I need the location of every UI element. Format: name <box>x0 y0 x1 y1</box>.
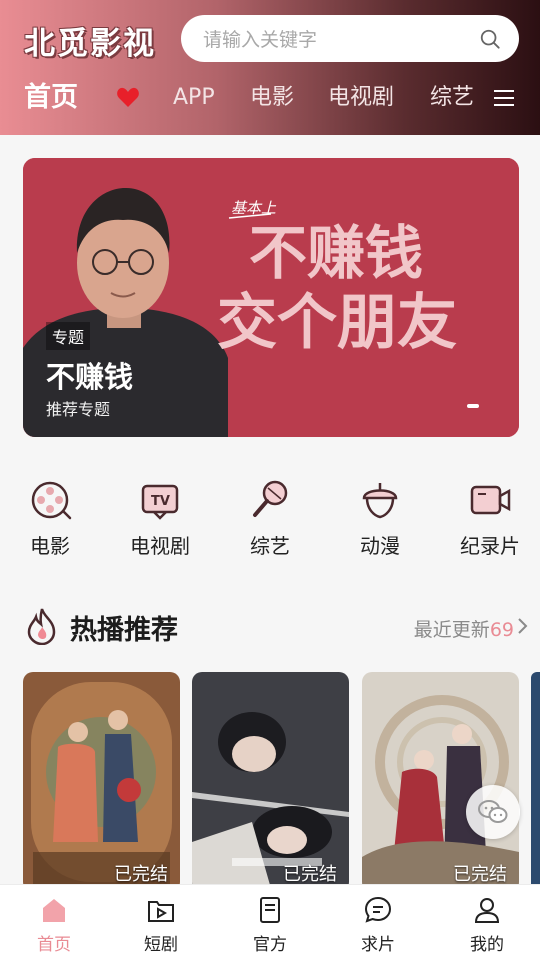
camera-icon <box>470 485 511 515</box>
section-title: 热播推荐 <box>70 615 178 646</box>
tab-short-drama[interactable]: 短剧 <box>121 895 201 955</box>
nav-tab-tv[interactable]: 电视剧 <box>328 78 394 118</box>
search-icon[interactable] <box>479 28 501 50</box>
poster-status: 已完结 <box>114 864 168 885</box>
tab-official[interactable]: 官方 <box>230 895 310 955</box>
play-folder-icon <box>148 901 174 922</box>
search-placeholder: 请输入关键字 <box>203 29 318 51</box>
category-anime[interactable]: 动漫 <box>330 478 430 559</box>
tab-label: 短剧 <box>144 935 178 955</box>
chat-icon <box>364 896 392 923</box>
poster-card[interactable]: 已完结 <box>23 672 180 892</box>
banner-tag: 专题 <box>46 322 91 350</box>
heart-icon[interactable] <box>116 86 140 108</box>
poster-image <box>23 672 180 892</box>
poster-image <box>192 672 349 892</box>
hero-banner[interactable]: 基本上 不赚钱 交个朋友 专题 不赚钱 推荐专题 <box>23 158 519 437</box>
home-icon <box>43 899 65 922</box>
user-icon <box>474 898 500 923</box>
flame-icon <box>27 608 56 645</box>
app-header: 北觅影视 请输入关键字 首页 APP 电影 电视剧 综艺 <box>0 0 540 135</box>
banner-art-line2: 交个朋友 <box>217 288 457 358</box>
banner-title: 不赚钱 <box>46 360 134 394</box>
poster-card[interactable]: 已完结 <box>362 672 519 892</box>
nav-tab-home[interactable]: 首页 <box>24 78 78 118</box>
tab-profile[interactable]: 我的 <box>447 895 527 955</box>
category-label: 纪录片 <box>460 534 520 558</box>
tab-request[interactable]: 求片 <box>338 895 418 955</box>
recent-updates-link[interactable]: 最近更新69 <box>414 615 514 642</box>
film-reel-icon <box>31 481 72 520</box>
wechat-share-button[interactable] <box>466 785 520 839</box>
category-label: 电视剧 <box>130 534 190 558</box>
nav-tab-movie[interactable]: 电影 <box>250 78 294 118</box>
poster-status: 已完结 <box>283 864 337 885</box>
menu-icon[interactable] <box>492 86 516 110</box>
recent-updates-count: 69 <box>489 619 514 641</box>
category-label: 动漫 <box>360 534 400 558</box>
svg-text:TV: TV <box>151 494 170 509</box>
banner-subtitle: 推荐专题 <box>46 400 111 419</box>
bottom-tab-bar: 首页 短剧 官方 求片 我的 <box>0 884 540 960</box>
poster-card[interactable]: 已完结 <box>192 672 349 892</box>
poster-card-partial[interactable] <box>531 672 540 892</box>
app-title: 北觅影视 <box>24 26 156 62</box>
nav-tab-variety[interactable]: 综艺 <box>430 78 474 118</box>
poster-image <box>362 672 519 892</box>
nav-tab-app[interactable]: APP <box>173 78 215 118</box>
tv-icon: TV <box>141 484 179 520</box>
document-icon <box>260 897 280 923</box>
category-label: 综艺 <box>250 534 290 558</box>
acorn-icon <box>362 483 398 519</box>
search-input[interactable]: 请输入关键字 <box>181 15 519 62</box>
category-movie[interactable]: 电影 <box>0 478 100 559</box>
recent-updates-label: 最近更新 <box>413 619 490 641</box>
category-variety[interactable]: 综艺 <box>220 478 320 559</box>
tab-label: 首页 <box>37 935 71 955</box>
banner-pagination-dot[interactable] <box>467 404 479 408</box>
tab-home[interactable]: 首页 <box>14 895 94 955</box>
tab-label: 我的 <box>470 935 504 955</box>
chevron-right-icon[interactable] <box>516 617 528 635</box>
poster-status: 已完结 <box>453 864 507 885</box>
category-tv[interactable]: TV 电视剧 <box>110 478 210 559</box>
tab-label: 官方 <box>253 935 287 955</box>
tab-label: 求片 <box>361 935 395 955</box>
top-nav: 首页 APP 电影 电视剧 综艺 <box>0 78 540 122</box>
wechat-icon <box>478 800 508 823</box>
hot-section-header: 热播推荐 最近更新69 <box>24 603 528 649</box>
microphone-icon <box>253 480 288 517</box>
category-documentary[interactable]: 纪录片 <box>440 478 540 559</box>
category-label: 电影 <box>30 534 70 558</box>
banner-art-line1: 不赚钱 <box>249 219 423 287</box>
